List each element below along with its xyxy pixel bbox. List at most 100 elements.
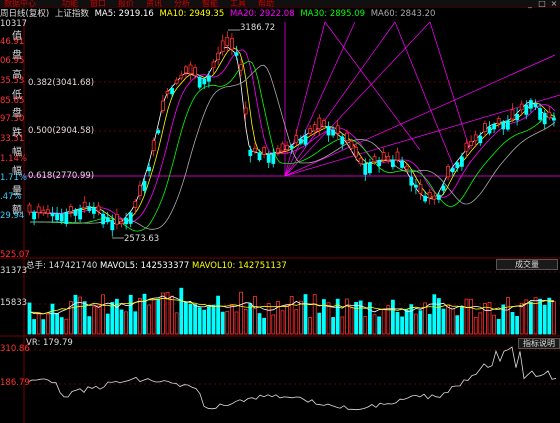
volume-bar (381, 308, 386, 335)
volume-bar (446, 304, 451, 335)
volume-bar (170, 295, 175, 335)
volume-bar (510, 312, 515, 335)
indicator-help-button[interactable]: 指标说明 (518, 338, 560, 349)
side-label: 跌 (12, 128, 22, 139)
volume-bar (46, 313, 50, 335)
volume-bar (211, 304, 216, 335)
volume-bar (142, 293, 147, 335)
volume-bar (400, 316, 405, 335)
candle-body (478, 135, 483, 144)
side-label: 盘 (12, 50, 22, 61)
fan-line (284, 21, 356, 177)
volume-bar (133, 311, 138, 335)
candle-body (188, 64, 193, 75)
candle-body (372, 156, 377, 163)
candle-body (349, 140, 354, 149)
volume-bar (363, 316, 368, 335)
fib-618-label: 0.618(2770.99) (28, 171, 95, 181)
volume-bar (73, 294, 78, 335)
volume-bar (234, 311, 239, 335)
volume-bar (257, 313, 262, 335)
volume-bar (455, 315, 460, 335)
candle-body (87, 206, 92, 212)
candle-body (73, 209, 78, 216)
candle-body (234, 52, 239, 56)
volume-indicator-button[interactable]: 成交量 (496, 259, 558, 270)
volume-bar (289, 296, 294, 335)
candle-body (271, 152, 276, 164)
candle-body (262, 147, 267, 155)
candle-body (243, 107, 248, 115)
volume-bar (147, 304, 152, 335)
volume-bar (137, 298, 142, 335)
volume-bar (179, 287, 184, 335)
volume-bar (326, 302, 331, 335)
candle-body (211, 61, 216, 69)
candle-body (331, 129, 336, 136)
candle-body (381, 152, 386, 161)
volume-bar (317, 312, 322, 335)
candle-body (298, 138, 303, 144)
volume-bar (59, 317, 64, 335)
volume-bar (459, 306, 464, 335)
volume-bar (243, 309, 248, 335)
candle-body (78, 208, 82, 220)
volume-bar (156, 299, 161, 335)
candle-body (50, 213, 55, 217)
vr-indicator-line (27, 346, 557, 411)
candle-body (524, 104, 529, 115)
fan-line (284, 21, 326, 177)
candle-body (312, 124, 317, 132)
candle-body (321, 120, 326, 127)
candle-body (344, 132, 349, 142)
candle-body (496, 117, 501, 124)
candle-body (418, 184, 423, 194)
candle-body (317, 117, 322, 129)
vr-line (27, 346, 557, 411)
candle-body (436, 194, 441, 200)
volume-bar (450, 308, 455, 335)
candle-body (206, 75, 211, 82)
volume-bar (229, 305, 234, 335)
volume-axis-top: 31373 (0, 266, 28, 276)
fib-382-label: 0.382(3041.68) (28, 78, 95, 88)
volume-bars (27, 287, 556, 335)
fan-line (284, 94, 560, 177)
candle-body (41, 209, 46, 214)
candle-body (142, 181, 147, 192)
kline-chart[interactable] (0, 0, 560, 423)
candle-body (538, 108, 542, 120)
candle-body (386, 156, 391, 161)
volume-bar (239, 291, 244, 335)
high-price-label: 3186.72 (240, 23, 276, 33)
volume-bar (418, 310, 423, 335)
candle-body (183, 66, 188, 74)
volume-bar (515, 315, 519, 335)
candle-body (501, 121, 506, 130)
candle-body (59, 213, 64, 222)
candle-body (441, 185, 446, 191)
fan-line (284, 21, 396, 177)
side-label: 额 (12, 205, 22, 216)
volume-bar (32, 319, 36, 335)
candle-body (413, 184, 418, 188)
volume-bar (151, 299, 156, 335)
volume-bar (344, 298, 349, 335)
volume-bar (492, 314, 497, 335)
volume-bar (349, 307, 354, 335)
candle-body (340, 136, 345, 145)
candle-body (377, 160, 382, 167)
candle-body (101, 213, 105, 225)
candle-body (427, 191, 432, 199)
volume-bar (119, 309, 124, 335)
volume-bar (262, 317, 267, 335)
candle-body (156, 130, 161, 134)
candle-body (552, 117, 556, 121)
candle-body (124, 217, 128, 225)
candle-body (92, 207, 96, 214)
candle-body (473, 134, 478, 142)
volume-bar (50, 303, 55, 335)
vr-axis-top: 310.86 (0, 344, 30, 354)
volume-bar (27, 302, 32, 335)
candle-body (193, 67, 198, 76)
